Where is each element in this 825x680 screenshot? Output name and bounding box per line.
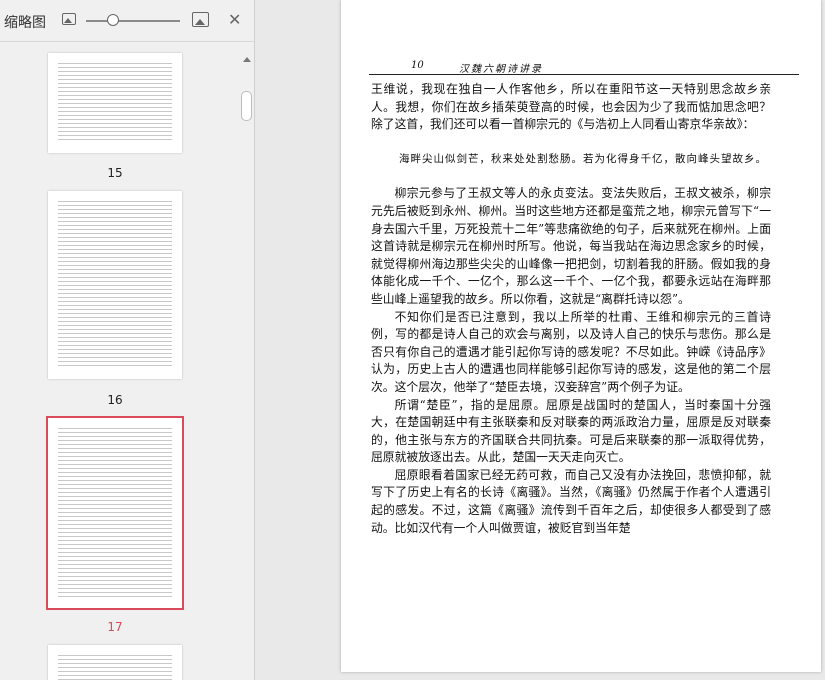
- paragraph: 王维说，我现在独自一人作客他乡，所以在重阳节这一天特别思念故乡亲人。我想，你们在…: [371, 82, 771, 132]
- page-thumbnail-label: 15: [107, 166, 123, 180]
- page-thumbnail-label: 17: [107, 620, 123, 634]
- page-content: 王维说，我现在独自一人作客他乡，所以在重阳节这一天特别思念故乡亲人。我想，你们在…: [371, 81, 771, 537]
- scroll-up-arrow-icon[interactable]: [243, 57, 251, 62]
- scrollbar-thumb[interactable]: [241, 91, 252, 121]
- thumbnail-panel: 缩略图 ✕ 15 16 17: [0, 0, 255, 680]
- large-image-icon[interactable]: [192, 12, 209, 27]
- page-thumbnail[interactable]: [48, 53, 182, 153]
- page-thumbnail-label: 16: [107, 393, 123, 407]
- paragraph: 柳宗元参与了王叔文等人的永贞变法。变法失败后，王叔文被杀，柳宗元先后被贬到永州、…: [371, 186, 771, 306]
- poem-quote: 海畔尖山似剑芒，秋来处处割愁肠。若为化得身千亿，散向峰头望故乡。: [399, 152, 767, 165]
- thumbnail-list: 15 16 17: [0, 43, 238, 680]
- paragraph: 不知你们是否已注意到，我以上所举的杜甫、王维和柳宗元的三首诗例，写的都是诗人自己…: [371, 309, 771, 394]
- book-title: 汉魏六朝诗讲录: [459, 64, 543, 75]
- page-number: 10: [411, 60, 424, 71]
- close-icon[interactable]: ✕: [228, 10, 241, 29]
- running-head: 10 汉魏六朝诗讲录: [369, 60, 799, 75]
- zoom-slider[interactable]: [86, 20, 180, 22]
- page-thumbnail[interactable]: [48, 645, 182, 680]
- page-thumbnail-selected[interactable]: [46, 416, 184, 610]
- small-image-icon[interactable]: [62, 13, 76, 25]
- zoom-slider-handle[interactable]: [107, 14, 119, 26]
- panel-title: 缩略图: [4, 15, 46, 31]
- page-thumbnail[interactable]: [48, 191, 182, 379]
- paragraph: 屈原眼看着国家已经无药可救，而自己又没有办法挽回，悲愤抑郁，就写下了历史上有名的…: [371, 467, 771, 535]
- document-page: 10 汉魏六朝诗讲录 王维说，我现在独自一人作客他乡，所以在重阳节这一天特别思念…: [341, 0, 821, 672]
- thumbnail-scrollbar[interactable]: [241, 55, 253, 680]
- paragraph: 所谓“楚臣”，指的是屈原。屈原是战国时的楚国人，当时秦国十分强大，在楚国朝廷中有…: [371, 397, 771, 465]
- thumbnail-panel-header: 缩略图 ✕: [0, 0, 255, 42]
- document-view[interactable]: 10 汉魏六朝诗讲录 王维说，我现在独自一人作客他乡，所以在重阳节这一天特别思念…: [256, 0, 825, 680]
